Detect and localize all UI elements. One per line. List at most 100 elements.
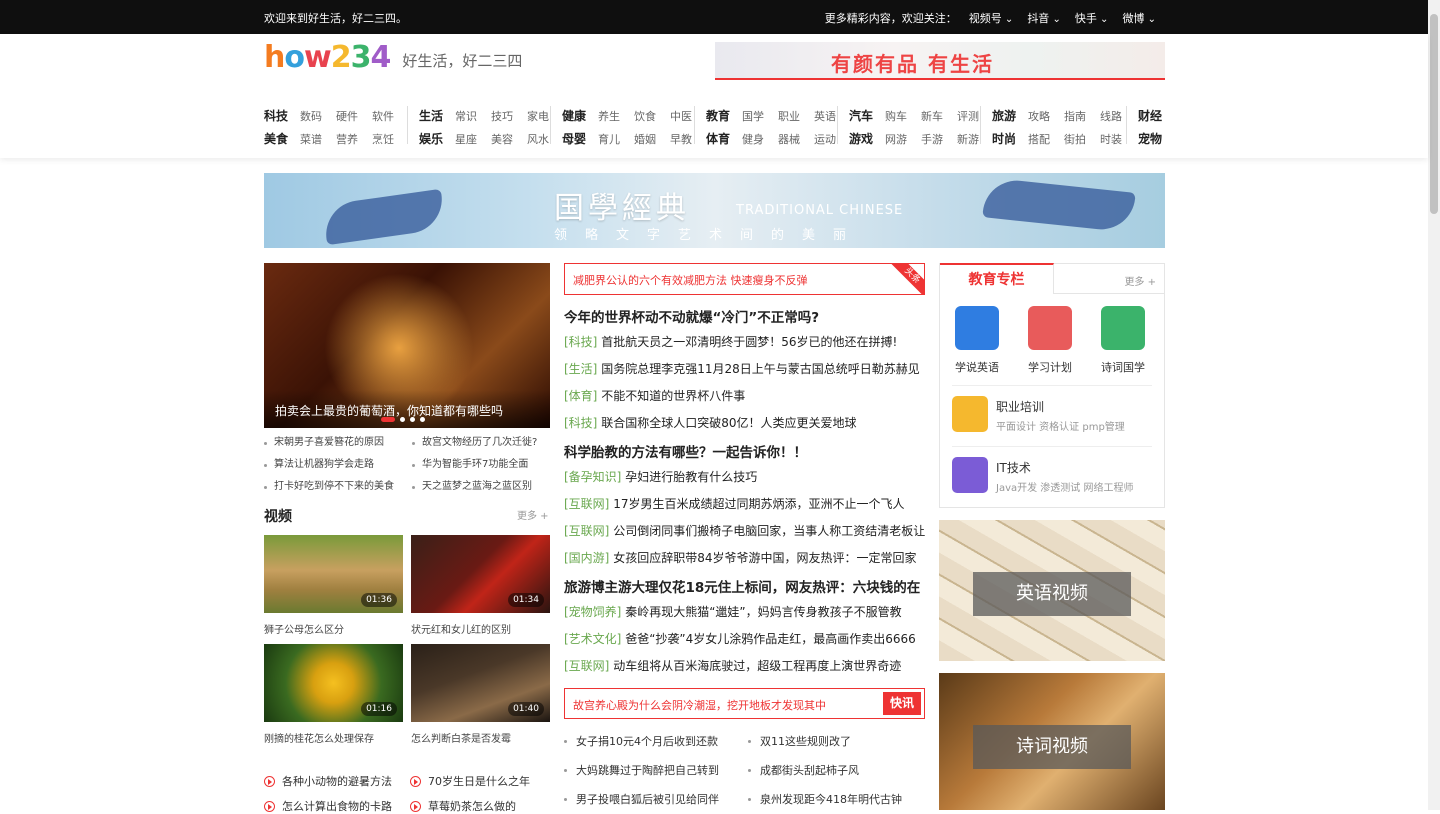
video-thumb-tea[interactable]: 01:40 [411,644,550,722]
news-item[interactable]: [宠物饲养] 秦岭再现大熊猫“邋娃”，妈妈言传身教孩子不服管教 [564,603,925,620]
nav-subcategory[interactable]: 数码 [300,108,336,124]
slider-dot[interactable] [381,417,395,422]
video-caption[interactable]: 刚摘的桂花怎么处理保存 [264,730,374,745]
image-slider[interactable]: 拍卖会上最贵的葡萄酒，你知道都有哪些吗 [264,263,550,428]
english-video-card[interactable]: 英语视频 [939,520,1165,661]
nav-subcategory[interactable]: 购车 [885,108,921,124]
nav-subcategory[interactable]: 中医 [670,108,706,124]
video-caption[interactable]: 怎么判断白茶是否发霉 [411,730,511,745]
list-item[interactable]: 华为智能手环7功能全面 [412,454,537,476]
news-tag[interactable]: [科技] [564,335,597,349]
news-headline[interactable]: 今年的世界杯动不动就爆“冷门”不正常吗? [564,306,925,326]
follow-kuaishou[interactable]: 快手 [1075,10,1109,26]
video-thumb-osmanthus[interactable]: 01:16 [264,644,403,722]
nav-category[interactable]: 教育 [706,107,742,124]
nav-subcategory[interactable]: 国学 [742,108,778,124]
nav-subcategory[interactable]: 评测 [957,108,993,124]
news-item[interactable]: [艺术文化] 爸爸“抄袭”4岁女儿涂鸦作品走红，最高画作卖出6666 [564,630,925,647]
page-scrollbar[interactable] [1428,0,1440,810]
nav-category[interactable]: 母婴 [562,130,598,147]
nav-subcategory[interactable]: 器械 [778,131,814,147]
headline-box[interactable]: 减肥界公认的六个有效减肥方法 快速瘦身不反弹 头条 [564,263,925,295]
news-tag[interactable]: [备孕知识] [564,470,621,484]
nav-category[interactable]: 健康 [562,107,598,124]
nav-subcategory[interactable]: 英语 [814,108,850,124]
notebook-icon[interactable] [1028,306,1072,350]
news-tag[interactable]: [互联网] [564,659,609,673]
nav-category[interactable]: 科技 [264,107,300,124]
nav-subcategory[interactable]: 养生 [598,108,634,124]
nav-subcategory[interactable]: 新车 [921,108,957,124]
nav-subcategory[interactable]: 软件 [372,108,408,124]
news-item[interactable]: [国内游] 女孩回应辞职带84岁爷爷游中国，网友热评：一定常回家 [564,549,925,566]
nav-subcategory[interactable]: 技巧 [491,108,527,124]
list-item[interactable]: 打卡好吃到停不下来的美食 [264,476,394,498]
list-item[interactable]: 双11这些规则改了 [748,727,902,756]
news-tag[interactable]: [科技] [564,416,597,430]
follow-douyin[interactable]: 抖音 [1027,10,1061,26]
news-item[interactable]: [互联网] 公司倒闭同事们搬椅子电脑回家，当事人称工资结清老板让 [564,522,925,539]
nav-category[interactable]: 体育 [706,130,742,147]
nav-subcategory[interactable]: 常识 [455,108,491,124]
slider-dot[interactable] [410,417,415,422]
nav-subcategory[interactable]: 职业 [778,108,814,124]
edu-app-label[interactable]: 学习计划 [1020,359,1080,375]
news-tag[interactable]: [互联网] [564,524,609,538]
nav-subcategory[interactable]: 饮食 [634,108,670,124]
nav-subcategory[interactable]: 时装 [1100,131,1136,147]
list-item[interactable]: 女子捐10元4个月后收到还款 [564,727,719,756]
video-caption[interactable]: 狮子公母怎么区分 [264,621,344,636]
nav-subcategory[interactable]: 新游 [957,131,993,147]
nav-subcategory[interactable]: 网游 [885,131,921,147]
nav-category[interactable]: 娱乐 [419,130,455,147]
nav-subcategory[interactable]: 育儿 [598,131,634,147]
video-playlist-item[interactable]: 草莓奶茶怎么做的 [410,798,516,814]
edu-app-label[interactable]: 学说英语 [947,359,1007,375]
nav-category[interactable]: 生活 [419,107,455,124]
nav-subcategory[interactable]: 线路 [1100,108,1136,124]
nav-category[interactable]: 旅游 [992,107,1028,124]
video-thumb-wine-jar[interactable]: 01:34 [411,535,550,613]
nav-category[interactable]: 美食 [264,130,300,147]
list-item[interactable]: 宋朝男子喜爱簪花的原因 [264,432,394,454]
news-item[interactable]: [备孕知识] 孕妇进行胎教有什么技巧 [564,468,925,485]
nav-subcategory[interactable]: 搭配 [1028,131,1064,147]
edu-row-career[interactable]: 职业培训 平面设计 资格认证 pmp管理 [952,385,1152,445]
video-playlist-item[interactable]: 各种小动物的避暑方法 [264,773,392,789]
video-playlist-item[interactable]: 70岁生日是什么之年 [410,773,530,789]
news-item[interactable]: [科技] 首批航天员之一邓清明终于圆梦！56岁已的他还在拼搏! [564,333,925,350]
header-ad-banner[interactable]: 有颜有品 有生活 [715,42,1165,80]
list-item[interactable]: 成都街头刮起柿子风 [748,756,902,785]
nav-subcategory[interactable]: 菜谱 [300,131,336,147]
nav-category[interactable]: 财经 [1138,107,1174,124]
follow-wechat-video[interactable]: 视频号 [969,10,1014,26]
nav-subcategory[interactable]: 家电 [527,108,563,124]
news-tag[interactable]: [宠物饲养] [564,605,621,619]
nav-subcategory[interactable]: 街拍 [1064,131,1100,147]
nav-subcategory[interactable]: 婚姻 [634,131,670,147]
slider-dot[interactable] [420,417,425,422]
nav-subcategory[interactable]: 攻略 [1028,108,1064,124]
nav-subcategory[interactable]: 硬件 [336,108,372,124]
news-item[interactable]: [互联网] 动车组将从百米海底驶过，超级工程再度上演世界奇迹 [564,657,925,674]
list-item[interactable]: 算法让机器狗学会走路 [264,454,394,476]
news-item[interactable]: [互联网] 17岁男生百米成绩超过同期苏炳添，亚洲不止一个飞人 [564,495,925,512]
follow-weibo[interactable]: 微博 [1122,10,1156,26]
scrollbar-thumb[interactable] [1430,14,1438,214]
nav-category[interactable]: 游戏 [849,130,885,147]
edu-tab-title[interactable]: 教育专栏 [940,263,1054,294]
news-tag[interactable]: [国内游] [564,551,609,565]
site-logo[interactable]: how234 好生活，好二三四 [264,40,522,75]
english-book-icon[interactable] [955,306,999,350]
edu-more-link[interactable]: 更多 + [1124,273,1156,288]
nav-subcategory[interactable]: 美容 [491,131,527,147]
news-tag[interactable]: [体育] [564,389,597,403]
nav-category[interactable]: 宠物 [1138,130,1174,147]
news-item[interactable]: [科技] 联合国称全球人口突破80亿！人类应更关爱地球 [564,414,925,431]
edu-row-it[interactable]: IT技术 Java开发 渗透测试 网络工程师 [952,446,1152,506]
nav-subcategory[interactable]: 烹饪 [372,131,408,147]
edu-app-label[interactable]: 诗词国学 [1093,359,1153,375]
slider-dot[interactable] [400,417,405,422]
news-item[interactable]: [体育] 不能不知道的世界杯八件事 [564,387,925,404]
slider-caption[interactable]: 拍卖会上最贵的葡萄酒，你知道都有哪些吗 [264,390,550,428]
